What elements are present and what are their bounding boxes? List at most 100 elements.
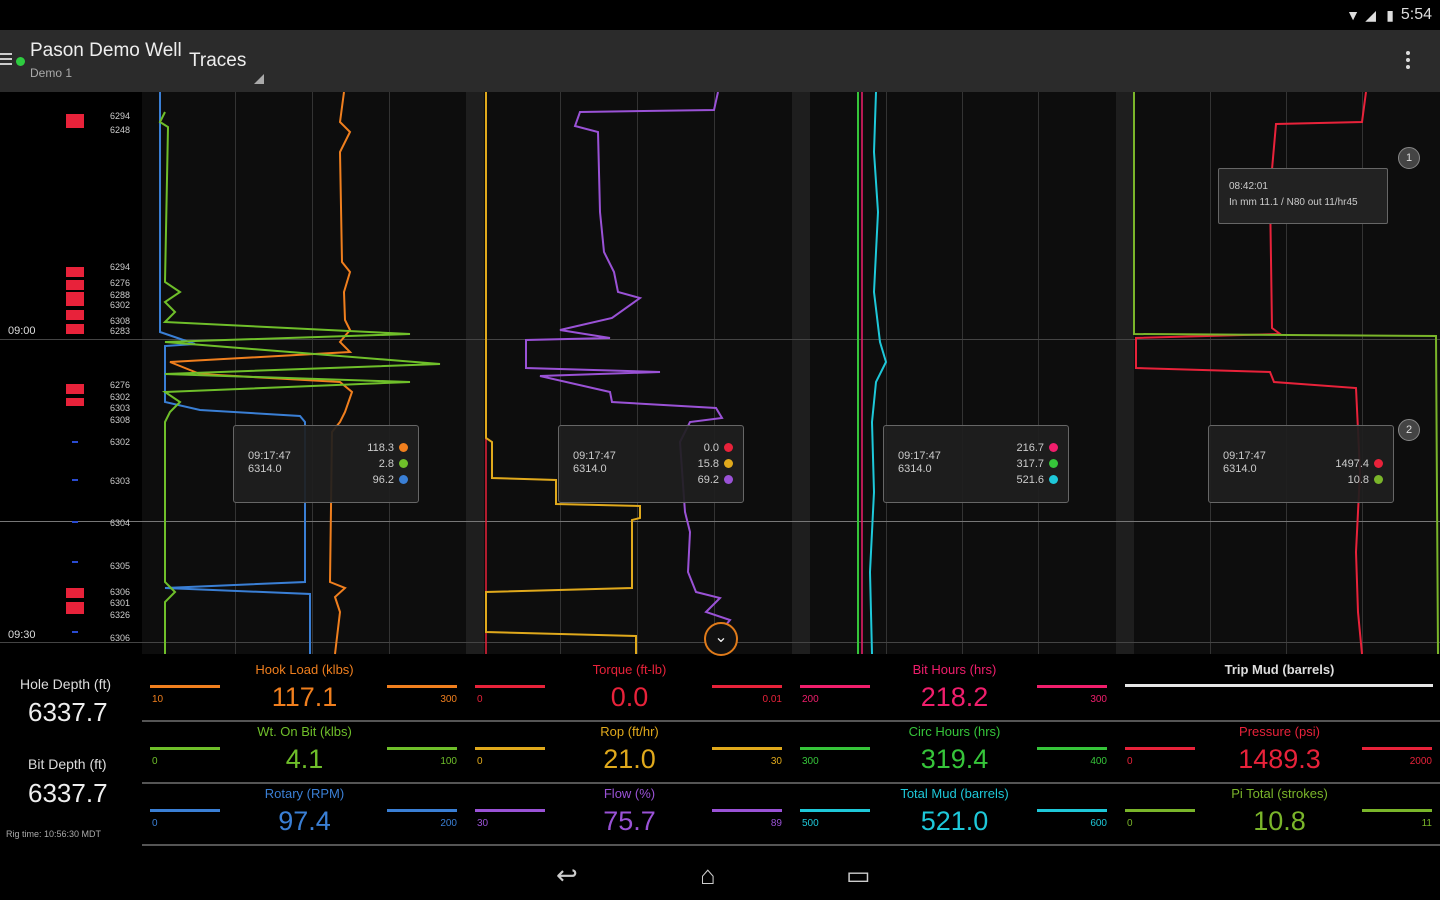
- readout-cell[interactable]: Hook Load (klbs) 117.1 10 300: [142, 660, 467, 720]
- readout-cell[interactable]: Circ Hours (hrs) 319.4 300 400: [792, 722, 1117, 782]
- readout-cell[interactable]: Rop (ft/hr) 21.0 0 30: [467, 722, 792, 782]
- tooltip-depth: 6314.0: [898, 463, 932, 475]
- range-bar-left: [1125, 809, 1195, 812]
- range-bar-left: [475, 685, 545, 688]
- value-tooltip[interactable]: 09:17:47 6314.0 216.7 317.7 521.6: [883, 425, 1069, 503]
- tooltip-value: 69.2: [697, 474, 719, 486]
- readout-label: Flow (%): [603, 786, 656, 801]
- depth-tick: 6283: [110, 326, 131, 336]
- readout-cell[interactable]: Torque (ft-lb) 0.0 0 0.01: [467, 660, 792, 720]
- range-min: 0: [477, 694, 483, 705]
- range-max: 30: [770, 756, 782, 767]
- value-tooltip[interactable]: 09:17:47 6314.0 0.0 15.8 69.2: [558, 425, 744, 503]
- range-min: 30: [477, 818, 489, 829]
- range-max: 300: [440, 694, 457, 705]
- value-tooltip[interactable]: 09:17:47 6314.0 1497.4 10.8: [1208, 425, 1394, 503]
- range-bar-left: [800, 685, 870, 688]
- readout-cell[interactable]: Wt. On Bit (klbs) 4.1 0 100: [142, 722, 467, 782]
- overflow-menu-icon[interactable]: [1406, 48, 1410, 72]
- depth-tick: 6248: [110, 125, 131, 135]
- range-min: 200: [802, 694, 819, 705]
- range-min: 0: [1127, 756, 1133, 767]
- range-max: 11: [1421, 818, 1432, 829]
- range-bar-left: [150, 809, 220, 812]
- row-divider: [142, 844, 1440, 846]
- connection-status-icon: [16, 57, 25, 66]
- expand-chevron-icon[interactable]: ⌄: [704, 622, 738, 656]
- tooltip-value: 118.3: [367, 442, 394, 454]
- readout-label: Pi Total (strokes): [1231, 786, 1328, 801]
- readout-label: Bit Hours (hrs): [912, 662, 997, 677]
- readout-cell[interactable]: Pressure (psi) 1489.3 0 2000: [1117, 722, 1440, 782]
- event-marker[interactable]: 1: [1398, 147, 1420, 169]
- tooltip-time: 09:17:47: [248, 450, 291, 462]
- tooltip-time: 09:17:47: [573, 450, 616, 462]
- hole-depth-value: 6337.7: [28, 697, 108, 727]
- back-icon[interactable]: ↩: [556, 860, 578, 891]
- recents-icon[interactable]: ▭: [846, 860, 871, 891]
- range-max: 200: [440, 818, 457, 829]
- nav-bar: ↩ ⌂ ▭: [0, 850, 1440, 900]
- readout-label: Pressure (psi): [1239, 724, 1320, 739]
- readout-label: Circ Hours (hrs): [908, 724, 1001, 739]
- range-bar-left: [1125, 747, 1195, 750]
- readout-label: Wt. On Bit (klbs): [257, 724, 352, 739]
- tooltip-value: 15.8: [697, 458, 719, 470]
- range-bar-right: [387, 747, 457, 750]
- readout-cell[interactable]: Rotary (RPM) 97.4 0 200: [142, 784, 467, 844]
- readout-label: Rop (ft/hr): [600, 724, 659, 739]
- time-label: 09:30: [8, 629, 36, 641]
- readout-cell[interactable]: Bit Hours (hrs) 218.2 200 300: [792, 660, 1117, 720]
- depth-tick: 6303: [110, 476, 131, 486]
- readout-label: Torque (ft-lb): [592, 662, 667, 677]
- readout-cell[interactable]: Flow (%) 75.7 30 89: [467, 784, 792, 844]
- depth-tick: 6306: [110, 633, 131, 643]
- value-tooltip[interactable]: 09:17:47 6314.0 118.3 2.8 96.2: [233, 425, 419, 503]
- range-min: 0: [152, 756, 158, 767]
- depth-tick: 6302: [110, 300, 131, 310]
- depth-tick: 6302: [110, 392, 131, 402]
- annotation-time: 08:42:01: [1229, 181, 1268, 192]
- well-title[interactable]: Pason Demo Well: [30, 40, 182, 62]
- range-bar-left: [475, 747, 545, 750]
- home-icon[interactable]: ⌂: [700, 860, 716, 891]
- depth-tick: 6288: [110, 290, 131, 300]
- depth-tick: 6326: [110, 610, 131, 620]
- tooltip-value: 10.8: [1347, 474, 1369, 486]
- readout-label: Trip Mud (barrels): [1224, 662, 1335, 677]
- range-bar-right: [1037, 809, 1107, 812]
- series-dot-icon: [399, 443, 408, 452]
- series-dot-icon: [1049, 443, 1058, 452]
- tooltip-time: 09:17:47: [898, 450, 941, 462]
- tooltip-depth: 6314.0: [248, 463, 282, 475]
- range-max: 400: [1090, 756, 1107, 767]
- status-bar: ▼ ◢ ▮ 5:54: [0, 0, 1440, 30]
- tooltip-depth: 6314.0: [573, 463, 607, 475]
- event-marker[interactable]: 2: [1398, 419, 1420, 441]
- comment-annotation[interactable]: 08:42:01 In mm 11.1 / N80 out 11/hr45: [1218, 168, 1388, 224]
- depth-tick: 6294: [110, 111, 131, 121]
- series-dot-icon: [724, 459, 733, 468]
- depth-tick: 6302: [110, 437, 131, 447]
- range-bar-left: [150, 747, 220, 750]
- depth-tick: 6301: [110, 598, 131, 608]
- view-spinner[interactable]: Traces: [189, 50, 246, 72]
- range-min: 10: [152, 694, 164, 705]
- series-dot-icon: [1049, 459, 1058, 468]
- drawer-menu-icon[interactable]: [0, 50, 12, 68]
- trip-mud-bar: [1125, 684, 1433, 687]
- readout-cell[interactable]: Total Mud (barrels) 521.0 500 600: [792, 784, 1117, 844]
- readout-cell[interactable]: Pi Total (strokes) 10.8 0 11: [1117, 784, 1440, 844]
- depth-tick: 6306: [110, 587, 131, 597]
- series-dot-icon: [399, 475, 408, 484]
- spinner-arrow-icon[interactable]: [254, 74, 264, 84]
- range-bar-right: [387, 809, 457, 812]
- range-min: 300: [802, 756, 819, 767]
- readout-label: Hook Load (klbs): [255, 662, 354, 677]
- readout-cell[interactable]: Trip Mud (barrels): [1117, 660, 1440, 720]
- range-max: 600: [1090, 818, 1107, 829]
- range-max: 300: [1090, 694, 1107, 705]
- time-label: 09:00: [8, 325, 36, 337]
- range-max: 2000: [1409, 756, 1432, 767]
- range-bar-right: [1362, 809, 1432, 812]
